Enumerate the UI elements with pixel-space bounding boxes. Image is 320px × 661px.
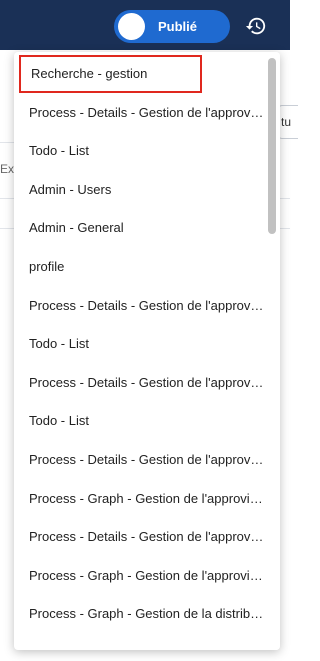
divider xyxy=(0,228,14,229)
dropdown-item[interactable]: Todo - List xyxy=(14,132,264,170)
publish-toggle[interactable]: Publié xyxy=(114,10,230,43)
dropdown-item[interactable]: Process - Details - Gestion de l'approvi… xyxy=(14,287,264,325)
background-button-fragment[interactable]: tu xyxy=(278,105,298,139)
background-label-fragment: Exte xyxy=(0,162,14,176)
scrollbar-thumb[interactable] xyxy=(268,58,276,234)
dropdown-item[interactable]: Process - Graph - Gestion de l'approvisi… xyxy=(14,480,264,518)
page-select-dropdown: Recherche - gestion Process - Details - G… xyxy=(14,52,280,650)
dropdown-item[interactable]: Process - Details - Gestion de l'approvi… xyxy=(14,518,264,556)
divider xyxy=(280,228,290,229)
publish-toggle-label: Publié xyxy=(158,19,198,34)
dropdown-item[interactable]: Process - Graph - Gestion de l'approvisi… xyxy=(14,557,264,595)
history-button[interactable] xyxy=(234,8,278,44)
divider xyxy=(0,142,14,143)
dropdown-item[interactable]: Process - Details - Gestion de l'approvi… xyxy=(14,94,264,132)
dropdown-item[interactable]: Process - Details - Gestion de l'approvi… xyxy=(14,441,264,479)
dropdown-item[interactable]: Recherche - gestion xyxy=(19,55,202,93)
history-icon xyxy=(245,17,266,35)
dropdown-item[interactable]: Process - Graph - Gestion de la distribu… xyxy=(14,595,264,633)
dropdown-item[interactable]: Process - Details - Gestion de l'approvi… xyxy=(14,364,264,402)
dropdown-item[interactable]: Admin - General xyxy=(14,209,264,247)
dropdown-item[interactable]: Todo - List xyxy=(14,325,264,363)
divider xyxy=(280,198,290,199)
top-bar: Publié xyxy=(0,0,290,50)
divider xyxy=(0,198,14,199)
toggle-knob xyxy=(118,13,145,40)
dropdown-item[interactable]: profile xyxy=(14,248,264,286)
dropdown-item[interactable]: Todo - List xyxy=(14,402,264,440)
dropdown-item[interactable]: Admin - Users xyxy=(14,171,264,209)
